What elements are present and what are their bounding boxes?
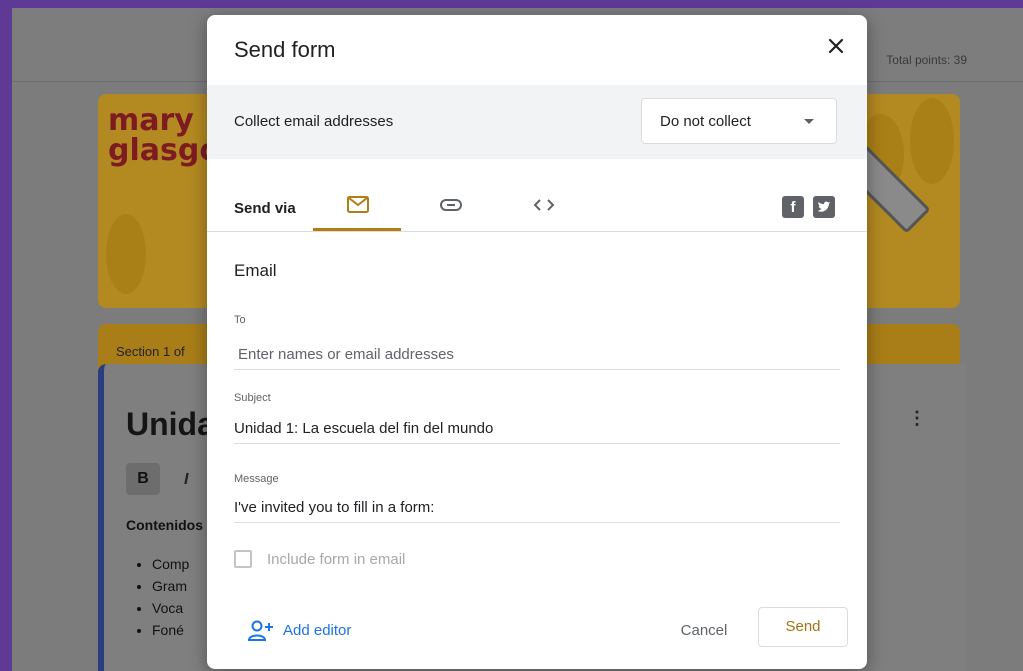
mary-glasgow-logo: mary glasgo: [108, 103, 220, 168]
collect-emails-dropdown[interactable]: Do not collect: [641, 98, 837, 144]
send-form-dialog: Send form Collect email addresses Do not…: [207, 15, 867, 669]
add-person-icon: [247, 620, 273, 641]
italic-button: I: [184, 471, 189, 488]
description-heading: Contenidos: [126, 517, 203, 533]
list-item: Foné: [152, 619, 189, 641]
collect-emails-selected: Do not collect: [660, 113, 751, 130]
twitter-icon[interactable]: [813, 196, 835, 218]
subject-field[interactable]: [234, 414, 840, 444]
to-field[interactable]: [234, 340, 840, 370]
send-via-row: Send via f: [207, 179, 867, 232]
message-label: Message: [234, 473, 279, 485]
total-points: Total points: 39: [886, 53, 967, 67]
link-icon: [440, 199, 462, 211]
chevron-down-icon: [804, 119, 814, 124]
more-vert-icon: ⋮: [908, 408, 926, 428]
collect-emails-row: Collect email addresses Do not collect: [207, 85, 867, 159]
send-button[interactable]: Send: [758, 607, 848, 647]
facebook-icon[interactable]: f: [782, 196, 804, 218]
tab-embed[interactable]: [499, 179, 587, 231]
list-item: Voca: [152, 597, 189, 619]
form-title: Unida: [126, 406, 215, 442]
dialog-title: Send form: [234, 37, 336, 62]
list-item: Gram: [152, 575, 189, 597]
add-editor-label: Add editor: [283, 622, 352, 639]
section-label: Section 1 of: [116, 344, 185, 359]
bold-button: B: [126, 463, 160, 495]
email-heading: Email: [234, 261, 277, 280]
collect-emails-label: Collect email addresses: [234, 113, 394, 130]
close-icon[interactable]: [823, 33, 849, 59]
subject-label: Subject: [234, 392, 271, 404]
tab-email[interactable]: [313, 179, 401, 231]
include-form-label: Include form in email: [267, 551, 406, 568]
list-item: Comp: [152, 553, 189, 575]
tab-link[interactable]: [406, 179, 494, 231]
cancel-button[interactable]: Cancel: [663, 615, 745, 647]
message-field[interactable]: [234, 493, 840, 523]
description-list: Comp Gram Voca Foné: [126, 553, 189, 641]
embed-code-icon: [533, 199, 555, 211]
send-via-label: Send via: [234, 200, 296, 217]
mail-icon: [347, 196, 369, 213]
to-label: To: [234, 314, 246, 326]
include-form-checkbox[interactable]: [234, 550, 252, 568]
